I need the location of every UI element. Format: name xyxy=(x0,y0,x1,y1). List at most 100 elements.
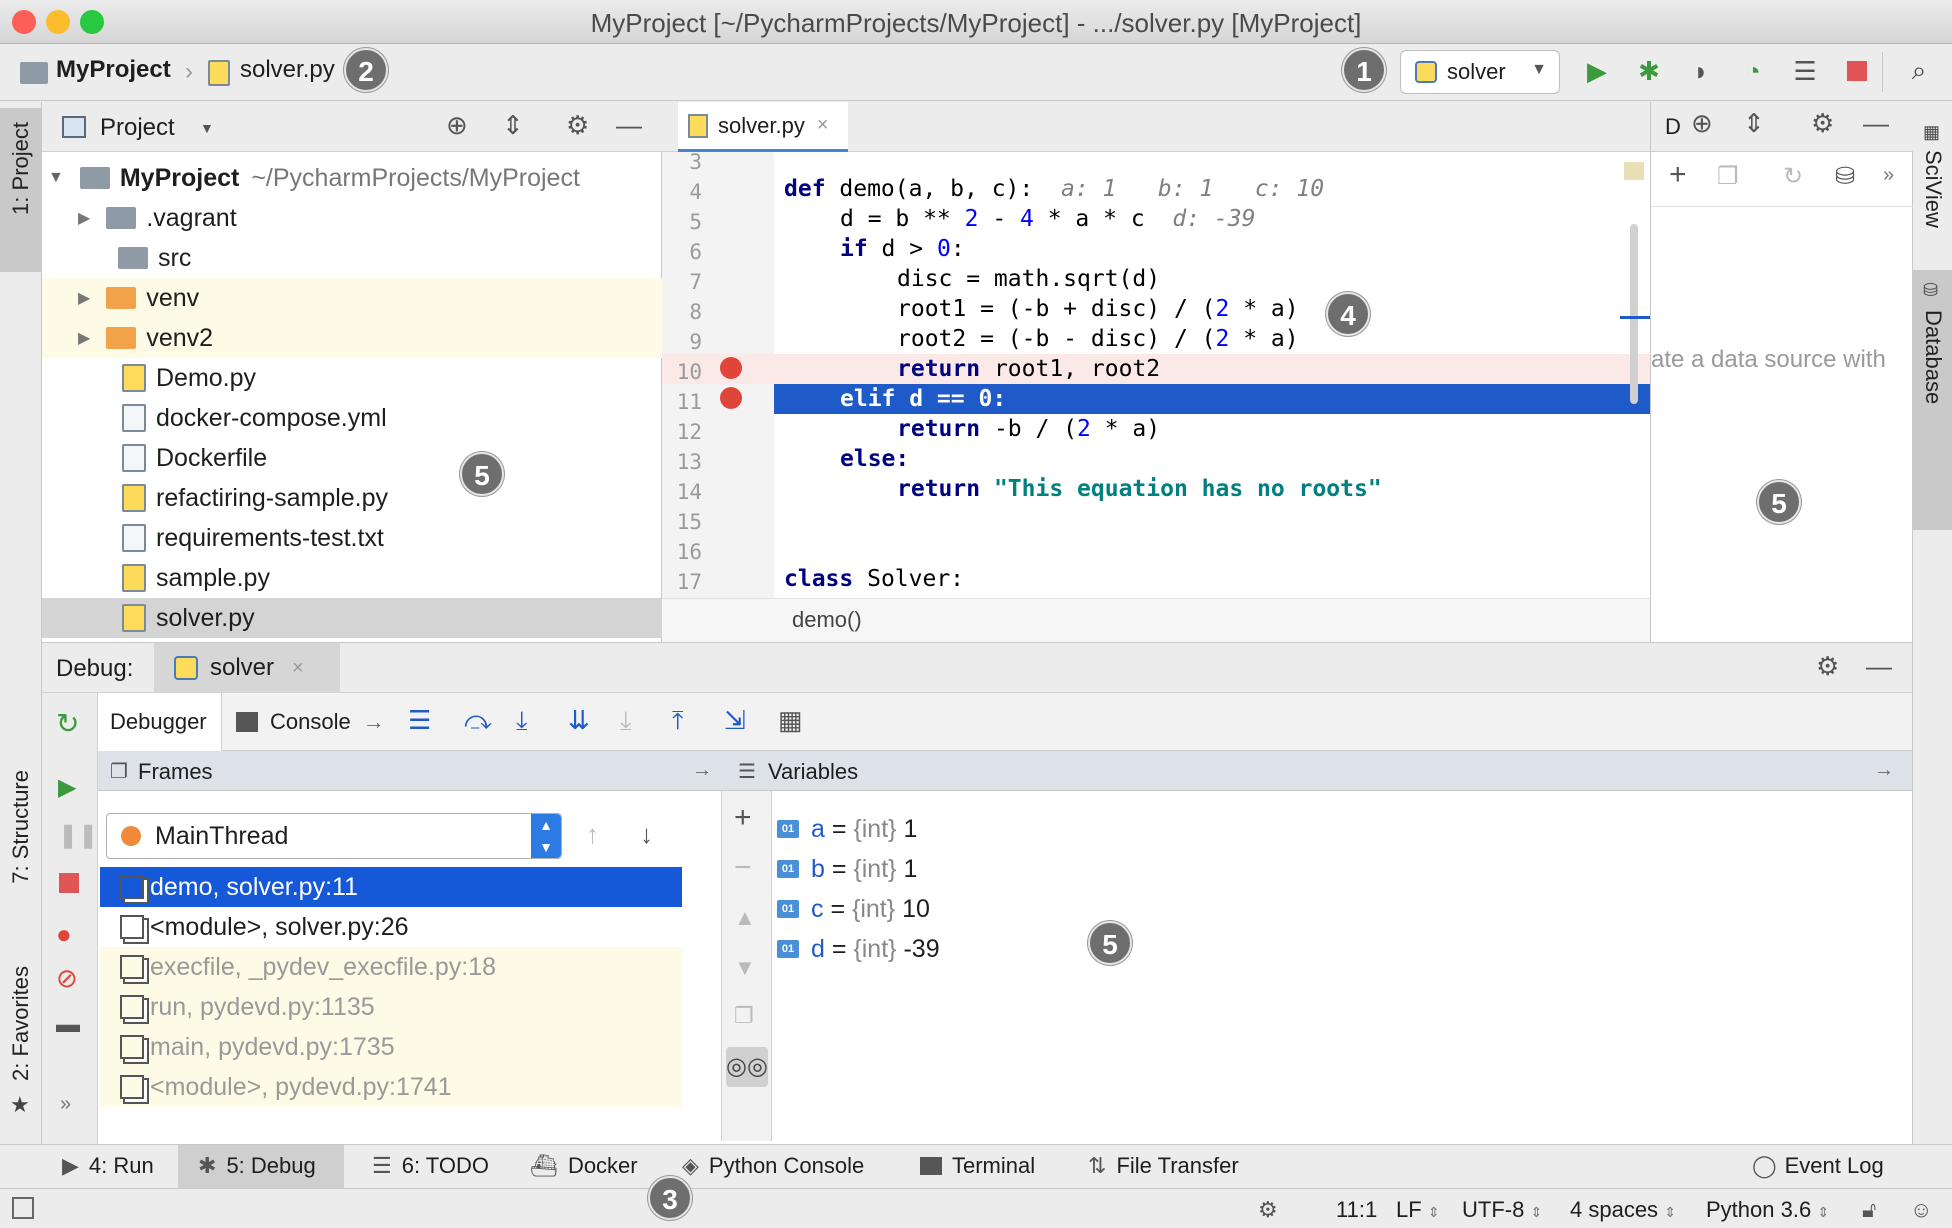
gear-icon[interactable]: ⚙ xyxy=(1816,651,1839,682)
code-line-6[interactable]: if d > 0: xyxy=(840,236,965,262)
profile-icon[interactable]: ◔ xyxy=(1738,56,1768,86)
variable-row[interactable]: 01 b = {int} 1 xyxy=(777,849,917,889)
new-watch-icon[interactable]: + xyxy=(734,801,752,835)
hide-panel-icon[interactable]: — xyxy=(616,110,642,141)
show-watches-icon[interactable]: ◎◎ xyxy=(726,1047,768,1087)
tool-event-log[interactable]: ◯ Event Log xyxy=(1752,1153,1884,1179)
code-line-14[interactable]: return "This equation has no roots" xyxy=(897,476,1382,502)
breadcrumb-project[interactable]: MyProject xyxy=(56,56,171,84)
tab-favorites[interactable]: 2: Favorites xyxy=(8,966,34,1081)
collapse-all-icon[interactable]: ⇕ xyxy=(502,110,524,141)
chevron-down-icon[interactable]: ▼ xyxy=(200,120,214,136)
stop-icon[interactable] xyxy=(59,873,79,893)
variable-row[interactable]: 01 a = {int} 1 xyxy=(777,809,917,849)
tab-debugger[interactable]: Debugger xyxy=(98,693,222,751)
previous-frame-icon[interactable]: ↑ xyxy=(586,819,599,850)
next-frame-icon[interactable]: ↓ xyxy=(640,819,653,850)
code-line-9[interactable]: root2 = (-b - disc) / (2 * a) xyxy=(897,326,1299,352)
code-line-4[interactable]: def demo(a, b, c): a: 1 b: 1 c: 10 xyxy=(784,176,1324,202)
tool-debug[interactable]: ✱ 5: Debug xyxy=(198,1153,316,1179)
tool-file-transfer[interactable]: ⇅ File Transfer xyxy=(1088,1153,1239,1179)
tool-terminal[interactable]: Terminal xyxy=(920,1153,1035,1179)
variable-row[interactable]: 01 d = {int} -39 xyxy=(777,929,940,969)
tab-database[interactable]: ⛁ Database xyxy=(1913,270,1952,530)
run-icon[interactable]: ▶ xyxy=(1582,56,1612,86)
debug-session-tab[interactable]: solver × xyxy=(154,643,340,693)
inspection-status-icon[interactable] xyxy=(1624,162,1644,180)
frame-row-library[interactable]: run, pydevd.py:1135 xyxy=(100,987,682,1027)
project-panel-title[interactable]: Project xyxy=(100,114,175,142)
concurrency-icon[interactable]: ☰ xyxy=(1790,56,1820,86)
tree-item-selected[interactable]: solver.py xyxy=(42,598,662,638)
variable-row[interactable]: 01 c = {int} 10 xyxy=(777,889,930,929)
tree-item[interactable]: refactiring-sample.py xyxy=(42,478,662,518)
copy-icon[interactable]: ❐ xyxy=(1717,162,1739,191)
locate-icon[interactable]: ⊕ xyxy=(1691,108,1713,139)
more-icon[interactable]: » xyxy=(1883,164,1894,187)
breakpoint-icon[interactable] xyxy=(720,387,742,409)
tool-python-console[interactable]: ◈ Python Console xyxy=(682,1153,864,1179)
pin-icon[interactable]: → xyxy=(1874,759,1894,782)
tool-docker[interactable]: ⛴ Docker xyxy=(530,1153,638,1179)
breakpoint-icon[interactable] xyxy=(720,357,742,379)
code-line-5[interactable]: d = b ** 2 - 4 * a * c d: -39 xyxy=(840,206,1255,232)
tree-item[interactable]: ▶ venv2 xyxy=(42,318,662,358)
add-icon[interactable]: + xyxy=(1669,158,1687,192)
resume-icon[interactable]: ▶ xyxy=(58,773,76,802)
search-icon[interactable]: ⌕ xyxy=(1904,55,1934,86)
editor-breadcrumb[interactable]: demo() xyxy=(792,607,862,633)
tab-sciview[interactable]: SciView xyxy=(1920,150,1946,228)
refresh-icon[interactable]: ↻ xyxy=(1783,162,1803,191)
debug-bug-icon[interactable]: ✱ xyxy=(1634,56,1664,86)
code-line-8[interactable]: root1 = (-b + disc) / (2 * a) xyxy=(897,296,1299,322)
tab-project[interactable]: 1: Project xyxy=(0,108,42,272)
frame-row[interactable]: <module>, solver.py:26 xyxy=(100,907,682,947)
tree-item[interactable]: Demo.py xyxy=(42,358,662,398)
copy-icon[interactable]: ❐ xyxy=(734,1003,754,1029)
indent-setting[interactable]: 4 spaces ⇕ xyxy=(1570,1197,1676,1223)
file-encoding[interactable]: UTF-8 ⇕ xyxy=(1462,1197,1542,1223)
interpreter-selector[interactable]: Python 3.6 ⇕ xyxy=(1706,1197,1829,1223)
code-line-17[interactable]: class Solver: xyxy=(784,566,964,592)
tab-console[interactable]: Console → xyxy=(236,709,385,735)
frame-row-library[interactable]: execfile, _pydev_execfile.py:18 xyxy=(100,947,682,987)
step-over-icon[interactable]: ⤼ xyxy=(464,705,492,737)
stop-icon[interactable] xyxy=(1842,56,1872,86)
thread-selector[interactable]: MainThread ▲ ▼ xyxy=(106,813,562,859)
mute-breakpoints-icon[interactable]: ⊘ xyxy=(56,963,78,994)
run-config-dropdown[interactable]: solver ▼ xyxy=(1400,50,1560,94)
frame-row-library[interactable]: main, pydevd.py:1735 xyxy=(100,1027,682,1067)
tree-item[interactable]: ▶ venv xyxy=(42,278,662,318)
run-to-cursor-icon[interactable]: ⇲ xyxy=(724,705,746,736)
hide-panel-icon[interactable]: — xyxy=(1866,651,1892,682)
step-out-icon[interactable]: ⤒ xyxy=(672,705,684,737)
frame-row-selected[interactable]: demo, solver.py:11 xyxy=(100,867,682,907)
locate-icon[interactable]: ⊕ xyxy=(446,110,468,141)
code-line-12[interactable]: return -b / (2 * a) xyxy=(897,416,1160,442)
pause-icon[interactable]: ❚❚ xyxy=(58,821,98,850)
tab-solver-py[interactable]: solver.py × xyxy=(678,102,848,152)
code-line-7[interactable]: disc = math.sqrt(d) xyxy=(897,266,1160,292)
scrollbar-thumb[interactable] xyxy=(1630,224,1638,404)
evaluate-expression-icon[interactable]: ▦ xyxy=(778,705,803,736)
rerun-icon[interactable]: ↻ xyxy=(56,707,79,740)
code-line-13[interactable]: else: xyxy=(840,446,909,472)
tree-root[interactable]: ▼ MyProject ~/PycharmProjects/MyProject xyxy=(42,158,662,198)
show-execution-point-icon[interactable]: ☰ xyxy=(408,705,431,736)
breadcrumb-file[interactable]: solver.py xyxy=(240,56,335,84)
tool-todo[interactable]: ☰ 6: TODO xyxy=(372,1153,489,1179)
schema-filter-icon[interactable]: ⛁ xyxy=(1835,162,1855,191)
pin-icon[interactable]: → xyxy=(692,759,712,782)
code-line-10[interactable]: return root1, root2 xyxy=(897,356,1160,382)
code-line-11[interactable]: elif d == 0: xyxy=(840,386,1006,412)
step-into-icon[interactable]: ⤓ xyxy=(516,705,528,737)
run-with-coverage-icon[interactable]: ◗ xyxy=(1686,56,1716,86)
tree-item[interactable]: ▶ .vagrant xyxy=(42,198,662,238)
inspector-icon[interactable]: ☺ xyxy=(1910,1197,1932,1223)
close-tab-icon[interactable]: × xyxy=(292,657,304,680)
move-down-icon[interactable]: ▼ xyxy=(734,955,756,981)
pin-tab-icon[interactable]: → xyxy=(363,709,385,735)
frame-row-library[interactable]: <module>, pydevd.py:1741 xyxy=(100,1067,682,1107)
tree-item[interactable]: src xyxy=(42,238,662,278)
view-breakpoints-icon[interactable]: ● xyxy=(56,919,72,950)
